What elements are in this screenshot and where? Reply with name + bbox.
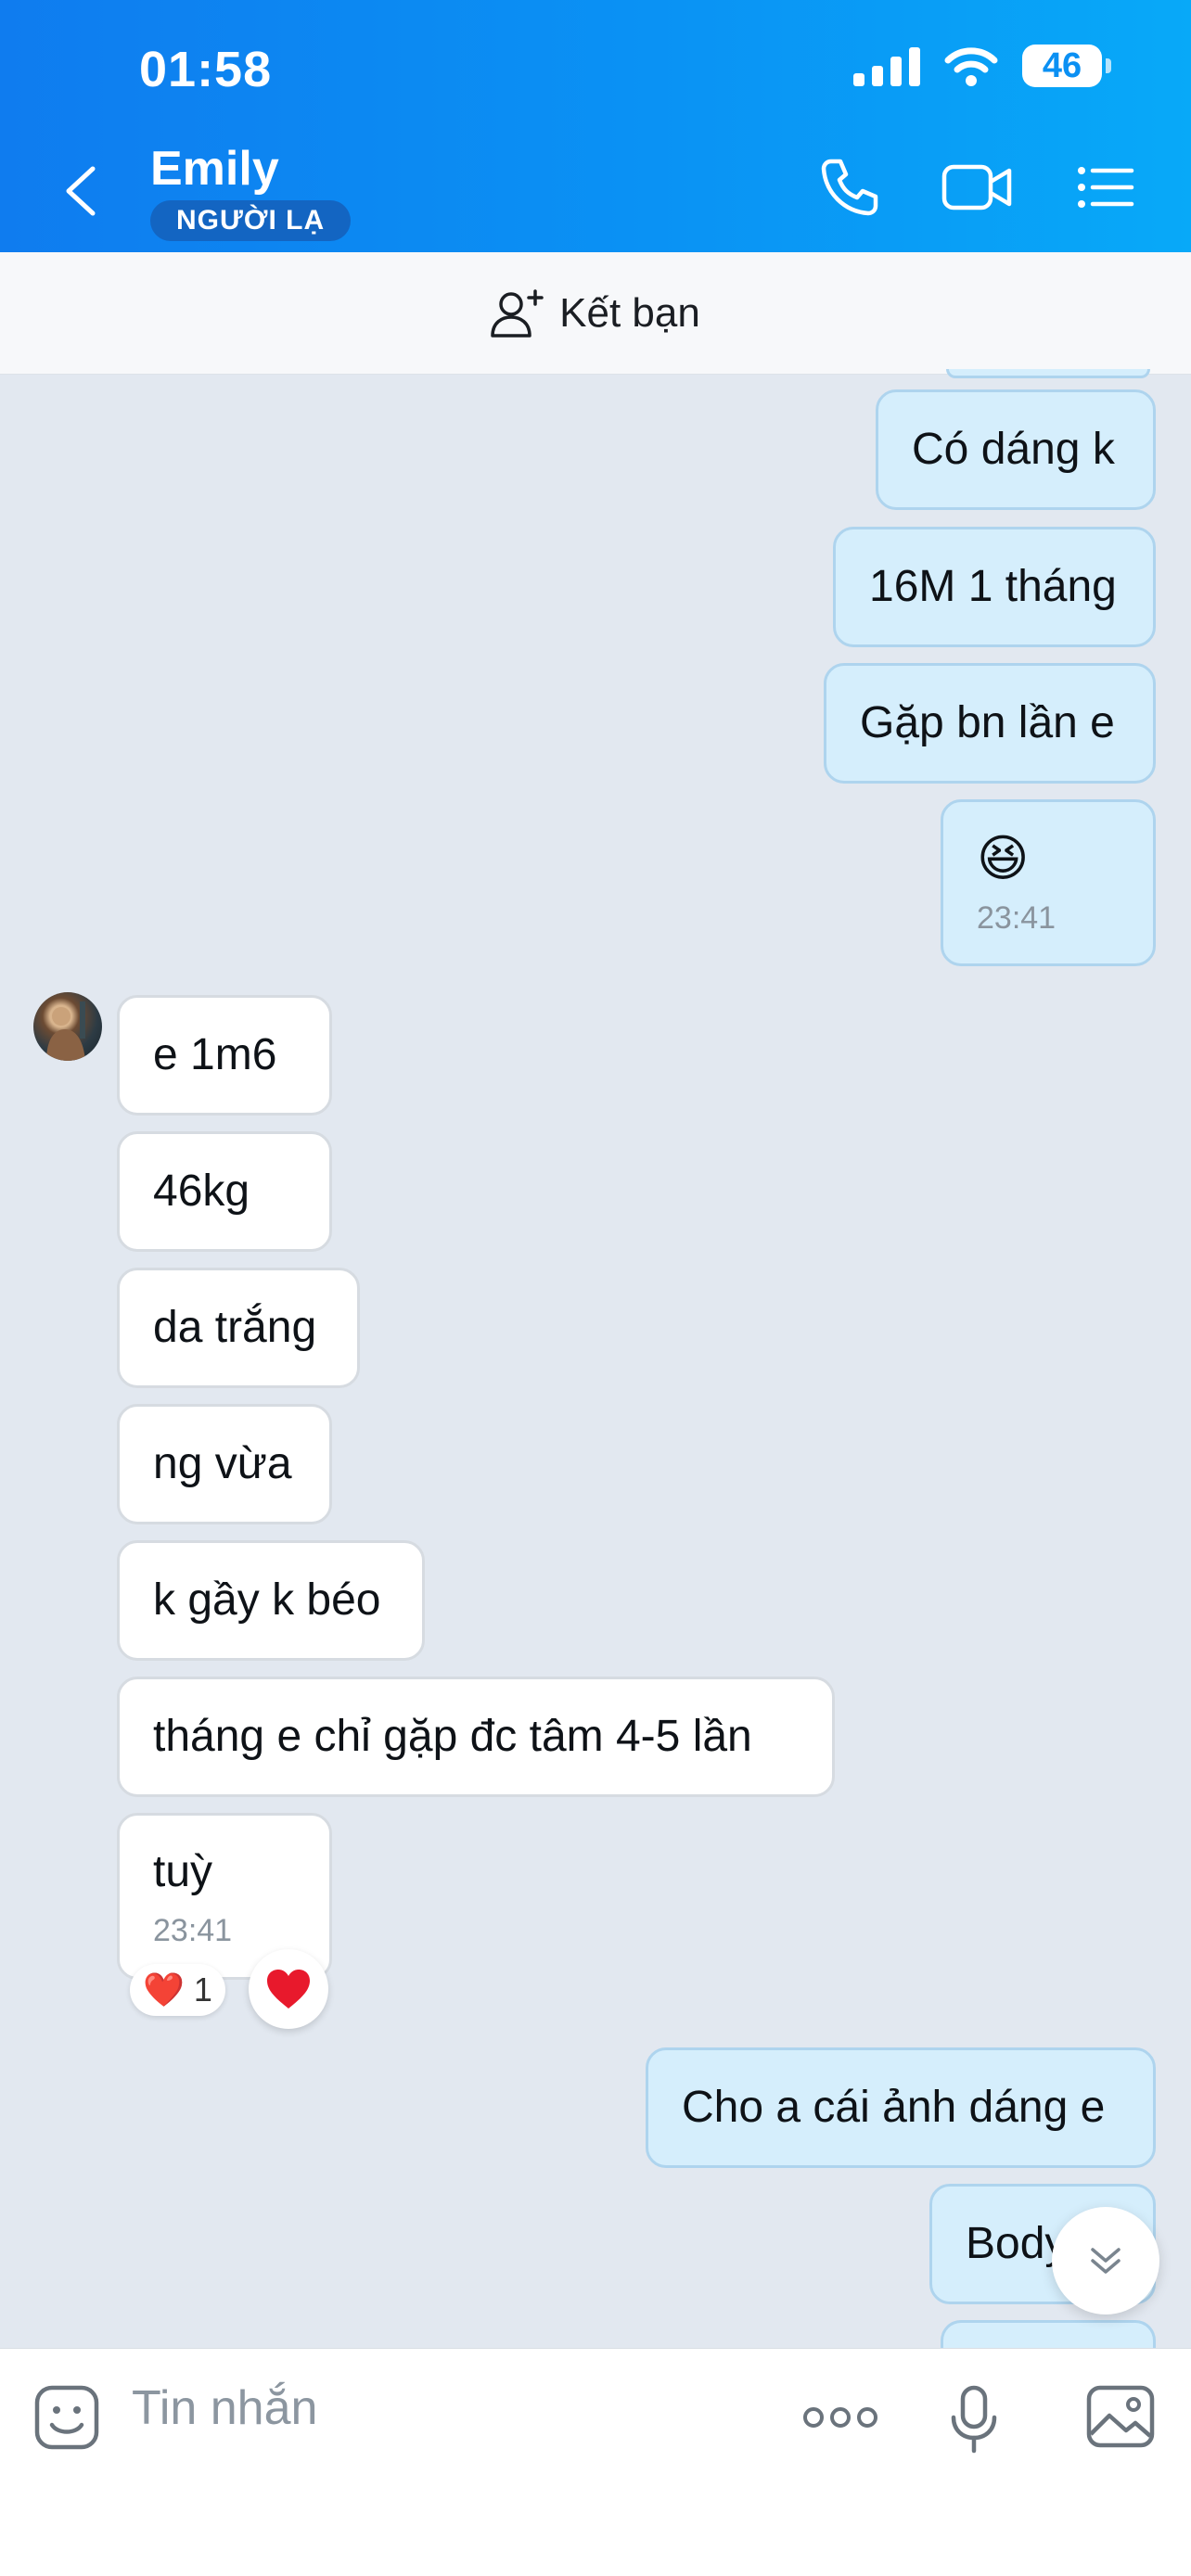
video-icon[interactable] bbox=[941, 156, 1015, 219]
sticker-icon[interactable] bbox=[33, 2384, 100, 2451]
add-user-icon bbox=[491, 288, 544, 338]
back-icon[interactable] bbox=[58, 163, 104, 219]
message-text: tuỳ bbox=[153, 1847, 213, 1896]
message-bubble-incoming[interactable]: e 1m6 bbox=[117, 995, 332, 1116]
message-text: Gặp bn lần e bbox=[860, 698, 1115, 747]
battery-icon: 46 bbox=[1022, 45, 1111, 87]
wifi-icon bbox=[944, 47, 998, 86]
contact-name[interactable]: Emily bbox=[150, 141, 279, 197]
cellular-signal-icon bbox=[853, 45, 920, 86]
message-timestamp: 23:41 bbox=[153, 1913, 233, 1948]
partial-message-bubble bbox=[946, 369, 1150, 378]
phone-icon[interactable] bbox=[818, 156, 881, 219]
message-bubble-outgoing[interactable]: Cho a cái ảnh dáng e bbox=[646, 2047, 1156, 2168]
message-bubble-outgoing[interactable]: 😆 23:41 bbox=[941, 799, 1156, 966]
message-text: Cho a cái ảnh dáng e bbox=[682, 2083, 1106, 2132]
message-bubble-incoming[interactable]: ng vừa bbox=[117, 1404, 332, 1524]
message-text: 46kg bbox=[153, 1167, 250, 1216]
message-bubble-incoming[interactable]: 46kg bbox=[117, 1131, 332, 1252]
message-text: Có dáng k bbox=[912, 425, 1115, 474]
image-gallery-icon[interactable] bbox=[1085, 2384, 1156, 2449]
message-text: e 1m6 bbox=[153, 1030, 277, 1079]
message-text: da trắng bbox=[153, 1303, 317, 1352]
reaction-count: 1 bbox=[193, 1970, 212, 2009]
message-bubble-outgoing[interactable]: 16M 1 tháng bbox=[833, 527, 1156, 647]
laughing-emoji-message: 😆 bbox=[977, 831, 1030, 886]
message-text: 16M 1 tháng bbox=[869, 562, 1117, 611]
add-friend-label: Kết bạn bbox=[559, 289, 700, 336]
message-bubble-incoming[interactable]: tháng e chỉ gặp đc tâm 4-5 lần bbox=[117, 1677, 835, 1797]
react-heart-button[interactable] bbox=[249, 1949, 328, 2029]
microphone-icon[interactable] bbox=[950, 2384, 998, 2455]
message-text: k gầy k béo bbox=[153, 1575, 381, 1625]
message-timestamp: 23:41 bbox=[977, 900, 1057, 936]
scroll-to-bottom-button[interactable] bbox=[1052, 2207, 1159, 2315]
message-bubble-outgoing[interactable]: Có dáng k bbox=[876, 389, 1156, 510]
message-text: ng vừa bbox=[153, 1439, 292, 1488]
double-chevron-down-icon bbox=[1091, 2248, 1121, 2274]
heart-icon bbox=[267, 1970, 310, 2009]
message-composer: Tin nhắn bbox=[0, 2348, 1191, 2576]
more-options-icon[interactable] bbox=[801, 2404, 879, 2430]
message-bubble-outgoing[interactable]: Gặp bn lần e bbox=[824, 663, 1156, 784]
stranger-badge: NGƯỜI LẠ bbox=[150, 200, 352, 241]
status-indicators: 46 bbox=[853, 45, 1111, 87]
message-bubble-incoming[interactable]: da trắng bbox=[117, 1268, 360, 1388]
menu-list-icon[interactable] bbox=[1076, 156, 1135, 219]
heart-icon: ❤️ bbox=[143, 1970, 185, 2009]
message-input[interactable]: Tin nhắn bbox=[132, 2380, 317, 2436]
message-bubble-incoming[interactable]: k gầy k béo bbox=[117, 1540, 425, 1661]
reaction-summary[interactable]: ❤️ 1 bbox=[130, 1964, 225, 2016]
chat-header: 01:58 46 Emily NGƯỜI LẠ bbox=[0, 0, 1191, 252]
contact-avatar[interactable] bbox=[33, 992, 102, 1061]
message-text: tháng e chỉ gặp đc tâm 4-5 lần bbox=[153, 1712, 752, 1761]
status-time: 01:58 bbox=[139, 42, 273, 97]
add-friend-bar[interactable]: Kết bạn bbox=[0, 252, 1191, 375]
